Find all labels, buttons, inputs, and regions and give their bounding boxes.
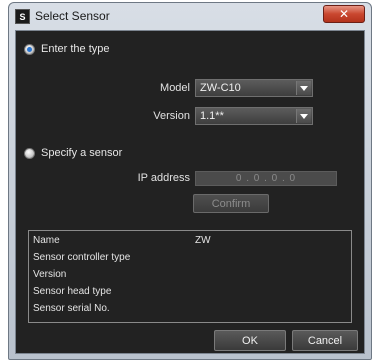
version-label: Version	[153, 110, 190, 122]
specify-sensor-label: Specify a sensor	[41, 147, 123, 159]
close-icon: ✕	[338, 7, 350, 21]
close-button[interactable]: ✕	[323, 5, 365, 23]
version-select[interactable]: 1.1**	[195, 107, 313, 125]
model-label: Model	[160, 82, 190, 94]
info-value-name: ZW	[195, 235, 211, 246]
enter-type-label: Enter the type	[41, 43, 110, 55]
info-label-head-type: Sensor head type	[33, 286, 112, 297]
enter-type-option[interactable]: Enter the type	[24, 43, 110, 55]
model-select[interactable]: ZW-C10	[195, 79, 313, 97]
enter-type-radio[interactable]	[24, 43, 35, 55]
specify-sensor-radio[interactable]	[24, 147, 35, 159]
app-icon: S	[15, 9, 30, 24]
cancel-button[interactable]: Cancel	[292, 330, 358, 351]
select-sensor-dialog: S Select Sensor ✕ Enter the type Model Z…	[8, 2, 372, 360]
sensor-info-panel: Name ZW Sensor controller type Version S…	[28, 230, 352, 323]
dialog-title: Select Sensor	[35, 9, 110, 23]
version-value: 1.1**	[200, 110, 224, 122]
chevron-down-icon[interactable]	[296, 81, 311, 95]
dialog-body: Enter the type Model ZW-C10 Version 1.1*…	[15, 30, 365, 354]
specify-sensor-option[interactable]: Specify a sensor	[24, 147, 122, 159]
confirm-button: Confirm	[193, 194, 269, 213]
info-label-name: Name	[33, 235, 60, 246]
title-bar[interactable]: S Select Sensor ✕	[9, 3, 371, 30]
ip-address-label: IP address	[137, 172, 190, 184]
info-label-version: Version	[33, 269, 67, 280]
ip-address-field: 0 . 0 . 0 . 0	[195, 171, 337, 186]
ok-button[interactable]: OK	[214, 330, 286, 351]
chevron-down-icon[interactable]	[296, 109, 311, 123]
model-value: ZW-C10	[200, 82, 241, 94]
info-label-controller-type: Sensor controller type	[33, 252, 131, 263]
info-label-serial-no: Sensor serial No.	[33, 303, 110, 314]
